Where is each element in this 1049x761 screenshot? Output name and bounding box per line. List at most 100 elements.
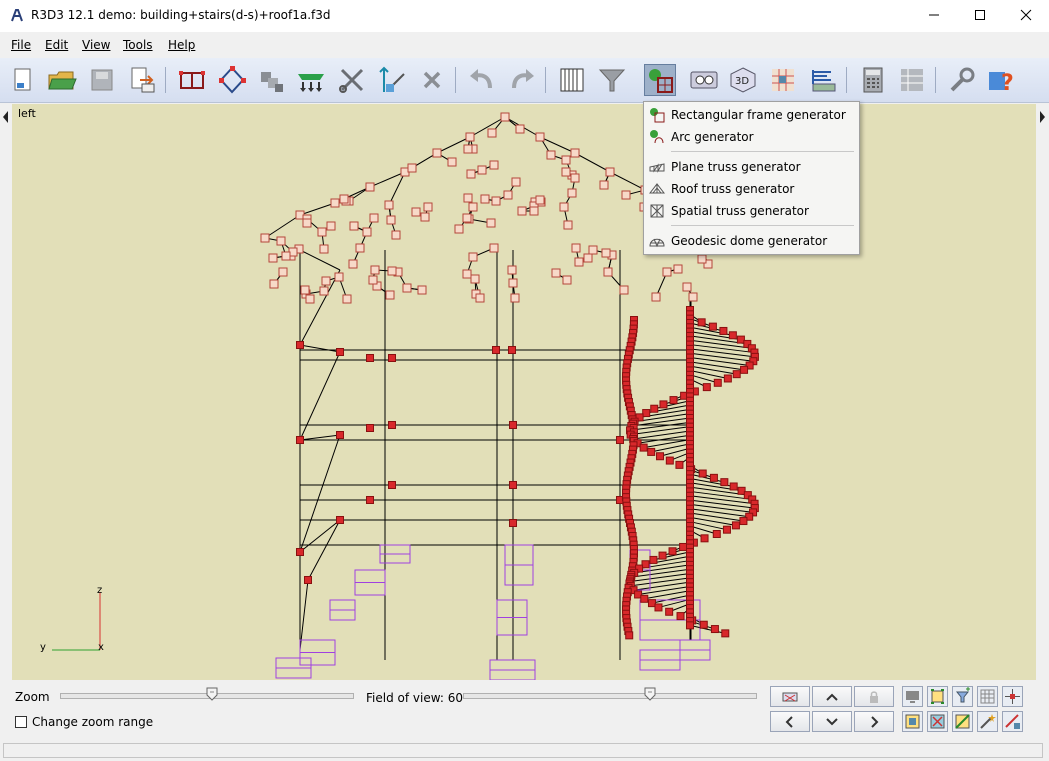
open-folder-icon (48, 71, 77, 90)
model-viewport[interactable]: left z y x (12, 104, 1036, 680)
undo-button[interactable] (466, 64, 498, 96)
grid-button[interactable] (556, 64, 588, 96)
frame-select-icon (905, 714, 920, 729)
frame-node (336, 348, 344, 356)
frame-node (296, 548, 304, 556)
stair-node (647, 447, 656, 456)
menu-rectangular-frame-generator[interactable]: Rectangular frame generator (644, 105, 859, 125)
rafter (609, 171, 646, 191)
roof-node (369, 213, 379, 223)
stair-node (679, 542, 688, 551)
select-filter-button[interactable] (952, 686, 973, 707)
measure-button[interactable] (1002, 711, 1023, 732)
stair-node (723, 374, 732, 383)
left-panel-toggle[interactable] (0, 104, 12, 680)
maximize-button[interactable] (957, 0, 1003, 30)
generator-button[interactable] (644, 64, 676, 96)
roof-node (278, 267, 288, 277)
frame-node (336, 431, 344, 439)
settings-button[interactable] (946, 64, 978, 96)
zoom-slider-thumb[interactable] (206, 687, 218, 701)
roof-node (563, 220, 573, 230)
open-button[interactable] (46, 64, 78, 96)
close-button[interactable] (1003, 0, 1049, 30)
filter-button[interactable] (596, 64, 628, 96)
help-icon: ? (989, 71, 1014, 96)
menu-edit[interactable]: Edit (45, 38, 68, 52)
roof-node (561, 155, 571, 165)
frame-node (296, 341, 304, 349)
grid-view-button[interactable] (977, 686, 998, 707)
roof-node (583, 253, 593, 263)
save-button[interactable] (86, 64, 118, 96)
brace (299, 269, 341, 346)
view2d-button[interactable] (688, 64, 720, 96)
frame-node (388, 354, 396, 362)
select-nodes-button[interactable] (927, 686, 948, 707)
supports-button[interactable] (295, 64, 327, 96)
pan-right-button[interactable] (854, 711, 894, 732)
deselect-button[interactable] (927, 711, 948, 732)
redo-button[interactable] (506, 64, 538, 96)
grid-icon (560, 68, 584, 92)
menu-file[interactable]: File (11, 38, 31, 52)
menu-geodesic-dome-generator[interactable]: Geodesic dome generator (644, 231, 859, 251)
pan-left-button[interactable] (770, 711, 810, 732)
properties-button[interactable] (807, 64, 839, 96)
change-zoom-range-checkbox[interactable] (15, 716, 27, 728)
frame-button[interactable] (176, 64, 208, 96)
export-button[interactable] (126, 64, 158, 96)
delete-button[interactable] (416, 64, 448, 96)
help-button[interactable]: ? (986, 64, 1018, 96)
menu-roof-truss-generator[interactable]: Roof truss generator (644, 179, 859, 199)
pan-down-button[interactable] (812, 711, 852, 732)
pattern-button[interactable] (767, 64, 799, 96)
roof-node (621, 190, 631, 200)
view-controls: Zoom Field of view: 60 Change zoom range (0, 680, 1049, 740)
calculator-button[interactable] (857, 64, 889, 96)
menu-tools[interactable]: Tools (123, 38, 153, 52)
roof-node (489, 243, 499, 253)
undo-icon (470, 69, 492, 89)
rafter (369, 171, 406, 188)
monitor-view-button[interactable] (902, 686, 923, 707)
menu-spatial-truss-generator[interactable]: Spatial truss generator (644, 201, 859, 221)
roof-node (463, 144, 473, 154)
select-nodes-icon (931, 689, 944, 704)
chevron-left-icon (785, 715, 793, 728)
roof-truss-icon (649, 183, 665, 194)
reset-view-button[interactable] (770, 686, 810, 707)
magic-select-button[interactable] (977, 711, 998, 732)
view3d-icon: 3D (730, 67, 756, 93)
fov-slider[interactable] (463, 693, 757, 699)
stair-node (728, 331, 737, 340)
arc-generator-icon (650, 130, 664, 144)
blocks-button[interactable] (256, 64, 288, 96)
zoom-label: Zoom (15, 690, 50, 704)
minimize-button[interactable] (911, 0, 957, 30)
nodes-button[interactable] (216, 64, 248, 96)
roof-node (468, 202, 478, 212)
roof-node (508, 278, 518, 288)
fov-slider-thumb[interactable] (644, 687, 656, 701)
dimension-button[interactable] (376, 64, 408, 96)
lock-view-button[interactable] (854, 686, 894, 707)
menu-arc-generator[interactable]: Arc generator (644, 127, 859, 147)
roof-node (370, 265, 380, 275)
roof-node (276, 236, 286, 246)
view3d-button[interactable]: 3D (727, 64, 759, 96)
move-nodes-button[interactable] (1002, 686, 1023, 707)
new-file-button[interactable] (7, 64, 39, 96)
menu-help[interactable]: Help (168, 38, 195, 52)
results-button[interactable] (896, 64, 928, 96)
menu-plane-truss-generator[interactable]: Plane truss generator (644, 157, 859, 177)
roof-node (463, 193, 473, 203)
menu-view[interactable]: View (82, 38, 110, 52)
invert-select-button[interactable] (952, 711, 973, 732)
cut-button[interactable] (336, 64, 368, 96)
new-file-icon (14, 68, 31, 91)
stair-node (650, 404, 659, 413)
frame-select-button[interactable] (902, 711, 923, 732)
right-panel-toggle[interactable] (1036, 104, 1048, 680)
pan-up-button[interactable] (812, 686, 852, 707)
